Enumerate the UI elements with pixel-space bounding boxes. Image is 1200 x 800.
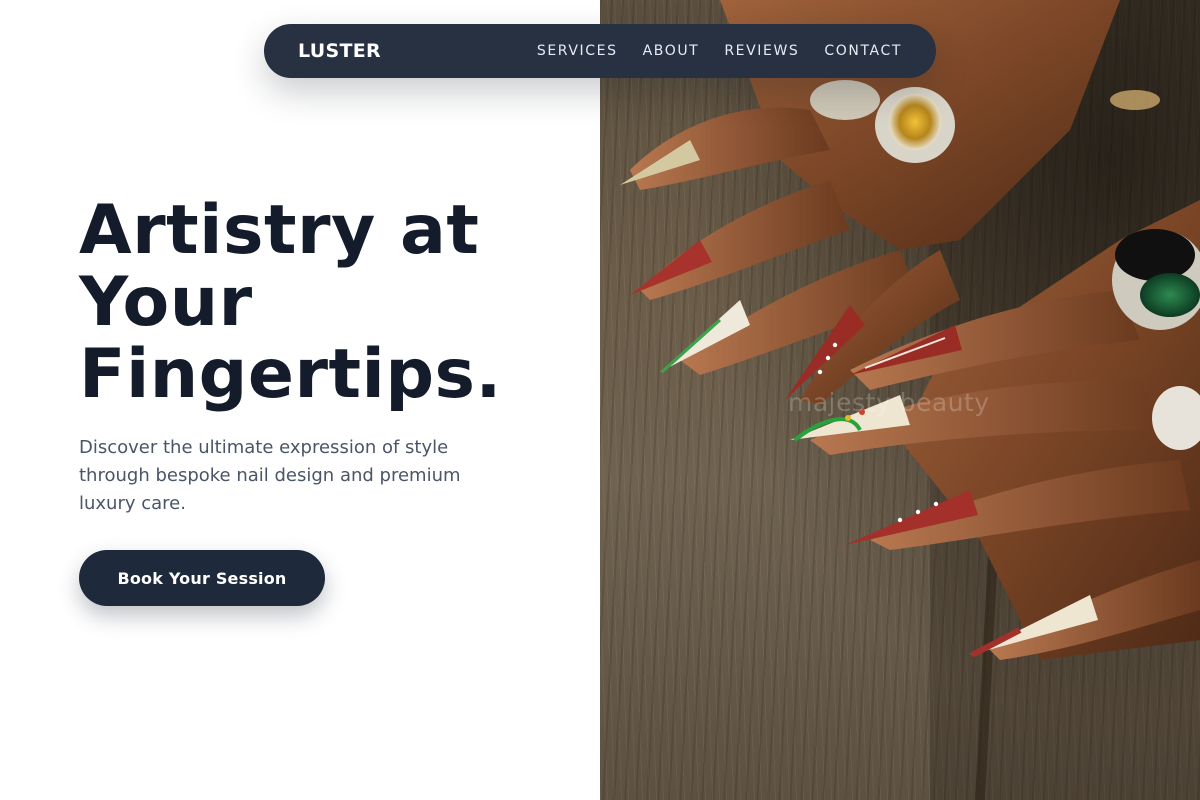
nav-link-reviews[interactable]: REVIEWS (724, 43, 799, 59)
hero-subtext: Discover the ultimate expression of styl… (79, 437, 461, 514)
brand-logo[interactable]: LUSTER (298, 40, 381, 62)
nav-link-contact[interactable]: CONTACT (824, 43, 902, 59)
image-watermark: majesty beauty (788, 388, 990, 417)
landing-page: majesty beauty LUSTER SERVICES ABOUT REV… (0, 0, 1200, 800)
top-navigation: LUSTER SERVICES ABOUT REVIEWS CONTACT (264, 24, 936, 78)
nav-links: SERVICES ABOUT REVIEWS CONTACT (537, 43, 902, 59)
nav-link-services[interactable]: SERVICES (537, 43, 618, 59)
hero-image-nails: majesty beauty (600, 0, 1200, 800)
headline-line-3: Fingertips. (79, 335, 502, 414)
headline-line-2: Your (79, 263, 253, 342)
headline-line-1: Artistry at (79, 191, 480, 270)
book-session-button[interactable]: Book Your Session (79, 550, 325, 606)
nav-link-about[interactable]: ABOUT (643, 43, 700, 59)
hero-headline: Artistry at Your Fingertips. (79, 195, 579, 411)
